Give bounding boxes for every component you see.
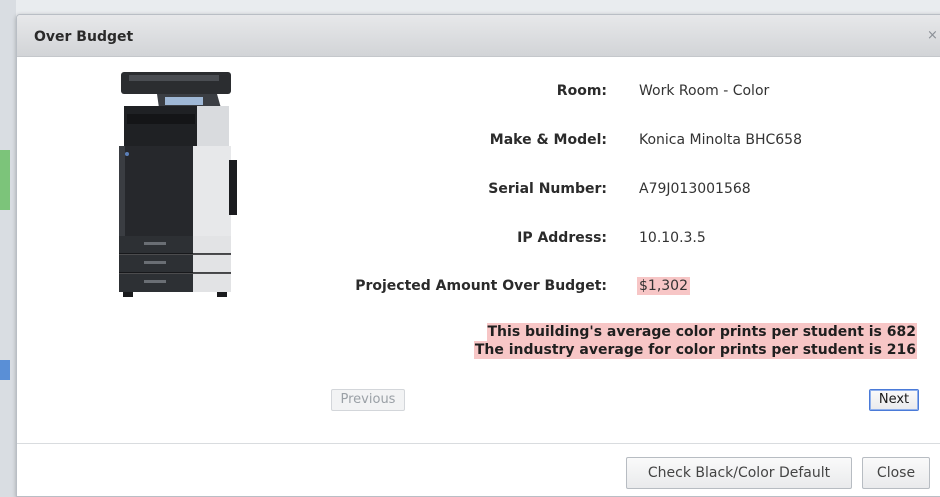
room-value: Work Room - Color (639, 83, 770, 99)
dialog-titlebar[interactable]: Over Budget × (17, 15, 940, 57)
serial-number-label: Serial Number: (488, 181, 607, 197)
building-average-notice: This building's average color prints per… (486, 323, 917, 341)
background-page-marker (0, 150, 10, 210)
ip-address-label: IP Address: (517, 230, 607, 246)
check-black-color-default-button[interactable]: Check Black/Color Default (626, 457, 852, 489)
close-button[interactable]: Close (862, 457, 930, 489)
footer-divider (17, 443, 940, 444)
close-icon[interactable]: × (927, 28, 938, 43)
projected-over-budget-label: Projected Amount Over Budget: (355, 278, 607, 294)
make-model-value: Konica Minolta BHC658 (639, 132, 802, 148)
background-page-edge (0, 0, 16, 497)
room-label: Room: (556, 83, 607, 99)
previous-button[interactable]: Previous (331, 389, 405, 411)
projected-over-budget-value: $1,302 (637, 277, 690, 295)
serial-number-value: A79J013001568 (639, 181, 751, 197)
next-button[interactable]: Next (869, 389, 919, 411)
ip-address-value: 10.10.3.5 (639, 230, 706, 246)
industry-average-notice: The industry average for color prints pe… (473, 341, 917, 359)
copier-printer-image (119, 72, 237, 297)
over-budget-dialog: Over Budget × Room: Work Room - Color Ma… (16, 14, 940, 497)
make-model-label: Make & Model: (489, 132, 607, 148)
dialog-title: Over Budget (34, 29, 134, 45)
background-page-marker (0, 360, 10, 380)
